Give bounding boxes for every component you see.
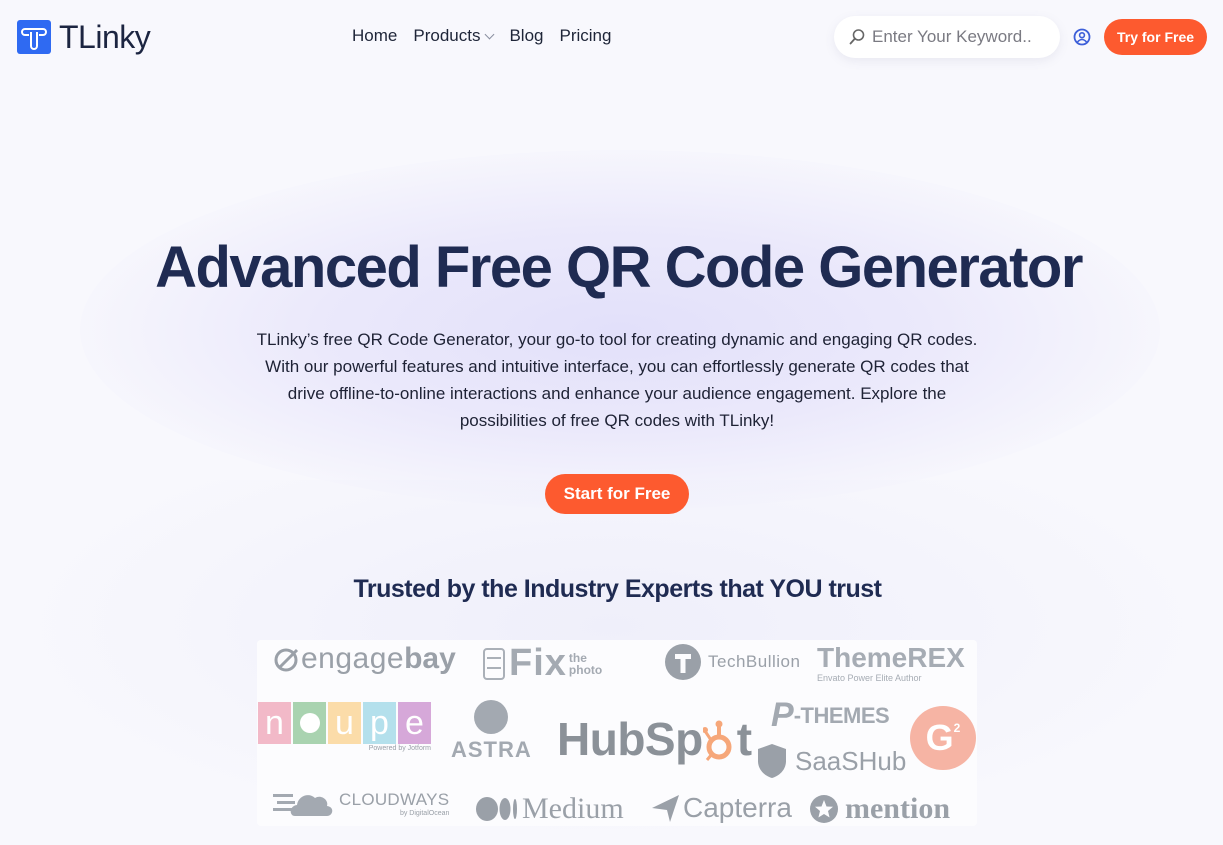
mention-text: mention: [845, 792, 950, 825]
logo-themerex: ThemeREX Envato Power Elite Author: [817, 642, 965, 683]
fixthephoto-mark-icon: [483, 647, 505, 680]
saashub-shield-icon: [758, 744, 786, 778]
nav-blog[interactable]: Blog: [509, 26, 543, 46]
astra-text: ASTRA: [451, 737, 532, 762]
hubspot-text-end: t: [736, 713, 753, 765]
logo-g2: G 2: [910, 706, 976, 770]
astra-mark-icon: [474, 700, 509, 734]
cloudways-text: CLOUDWAYS: [339, 789, 450, 809]
cloudways-text-group: CLOUDWAYS by DigitalOcean: [339, 790, 449, 817]
engagebay-bold-text: bay: [404, 642, 456, 675]
noupe-tile-u: u: [328, 702, 361, 744]
techbullion-text: TechBullion: [708, 652, 801, 671]
hero-title: Advanced Free QR Code Generator: [155, 235, 1083, 300]
search-icon: [849, 29, 865, 45]
cloudways-sub: by DigitalOcean: [399, 809, 450, 817]
partner-logos-grid: engage bay Fix the photo TechBullion Them…: [257, 640, 977, 826]
techbullion-mark-icon: [665, 644, 701, 680]
logo-hubspot: HubSp t: [557, 712, 752, 766]
nav-products-label: Products: [413, 26, 481, 45]
logo-capterra: Capterra: [651, 792, 792, 824]
noupe-sub: Powered by Jotform: [368, 745, 431, 752]
try-for-free-button[interactable]: Try for Free: [1104, 19, 1207, 55]
g2-text: G: [925, 717, 954, 758]
fixthephoto-sub: the photo: [569, 652, 602, 676]
medium-mark-icon: [476, 797, 517, 821]
noupe-tile-p: p: [363, 702, 396, 744]
pthemes-text: -THEMES: [793, 702, 890, 728]
nav-pricing[interactable]: Pricing: [559, 26, 611, 46]
medium-text: Medium: [522, 792, 624, 825]
logo-techbullion: TechBullion: [665, 644, 800, 680]
pthemes-mark-icon: P: [771, 696, 794, 734]
fixthephoto-sub1: the: [568, 650, 587, 665]
brand-name: TLinky: [59, 19, 151, 55]
capterra-arrow-icon: [652, 795, 679, 822]
fixthephoto-main-text: Fix: [509, 642, 567, 684]
logo-engagebay: engage bay: [273, 642, 456, 676]
logo-astra: ASTRA: [451, 700, 532, 763]
nav-pricing-label: Pricing: [559, 26, 612, 45]
noupe-tile-o: [293, 702, 326, 744]
user-account-icon[interactable]: [1073, 28, 1091, 51]
engagebay-text: engage: [301, 642, 405, 675]
engagebay-mark-icon: [274, 648, 299, 672]
tlinky-logo-icon: [17, 20, 51, 54]
logo-fixthephoto: Fix the photo: [481, 642, 602, 685]
brand-logo[interactable]: TLinky: [17, 19, 151, 55]
themerex-text: ThemeREX: [817, 642, 965, 673]
noupe-tiles: n u p e: [258, 702, 431, 744]
mention-star-icon: [810, 795, 838, 823]
hubspot-text: HubSp: [557, 713, 703, 765]
hubspot-sprocket-icon: [702, 720, 732, 761]
cloudways-cloud-icon: [273, 794, 333, 816]
themerex-sub: Envato Power Elite Author: [817, 673, 922, 683]
noupe-tile-n: n: [258, 702, 291, 744]
logo-medium: Medium: [475, 792, 624, 826]
search-input[interactable]: [872, 27, 1052, 47]
logo-saashub: SaaSHub: [757, 743, 906, 779]
nav-home[interactable]: Home: [352, 26, 397, 46]
hero-description: TLinky’s free QR Code Generator, your go…: [256, 330, 978, 430]
nav-home-label: Home: [352, 26, 398, 45]
fixthephoto-sub2: photo: [568, 662, 603, 677]
capterra-text: Capterra: [683, 792, 792, 823]
noupe-tile-e: e: [398, 702, 431, 744]
saashub-text: SaaSHub: [795, 745, 907, 776]
logo-noupe: n u p e Powered by Jotform: [258, 702, 431, 752]
chevron-down-icon: [485, 29, 495, 39]
trusted-heading: Trusted by the Industry Experts that YOU…: [353, 575, 882, 603]
nav-blog-label: Blog: [509, 26, 544, 45]
nav-products[interactable]: Products: [413, 26, 495, 46]
logo-cloudways: CLOUDWAYS by DigitalOcean: [273, 786, 449, 820]
start-for-free-button[interactable]: Start for Free: [545, 474, 689, 514]
search-box[interactable]: [834, 16, 1060, 58]
logo-mention: mention: [809, 792, 950, 826]
main-nav: Home Products Blog Pricing: [352, 26, 611, 46]
logo-pthemes: P -THEMES: [771, 696, 890, 735]
